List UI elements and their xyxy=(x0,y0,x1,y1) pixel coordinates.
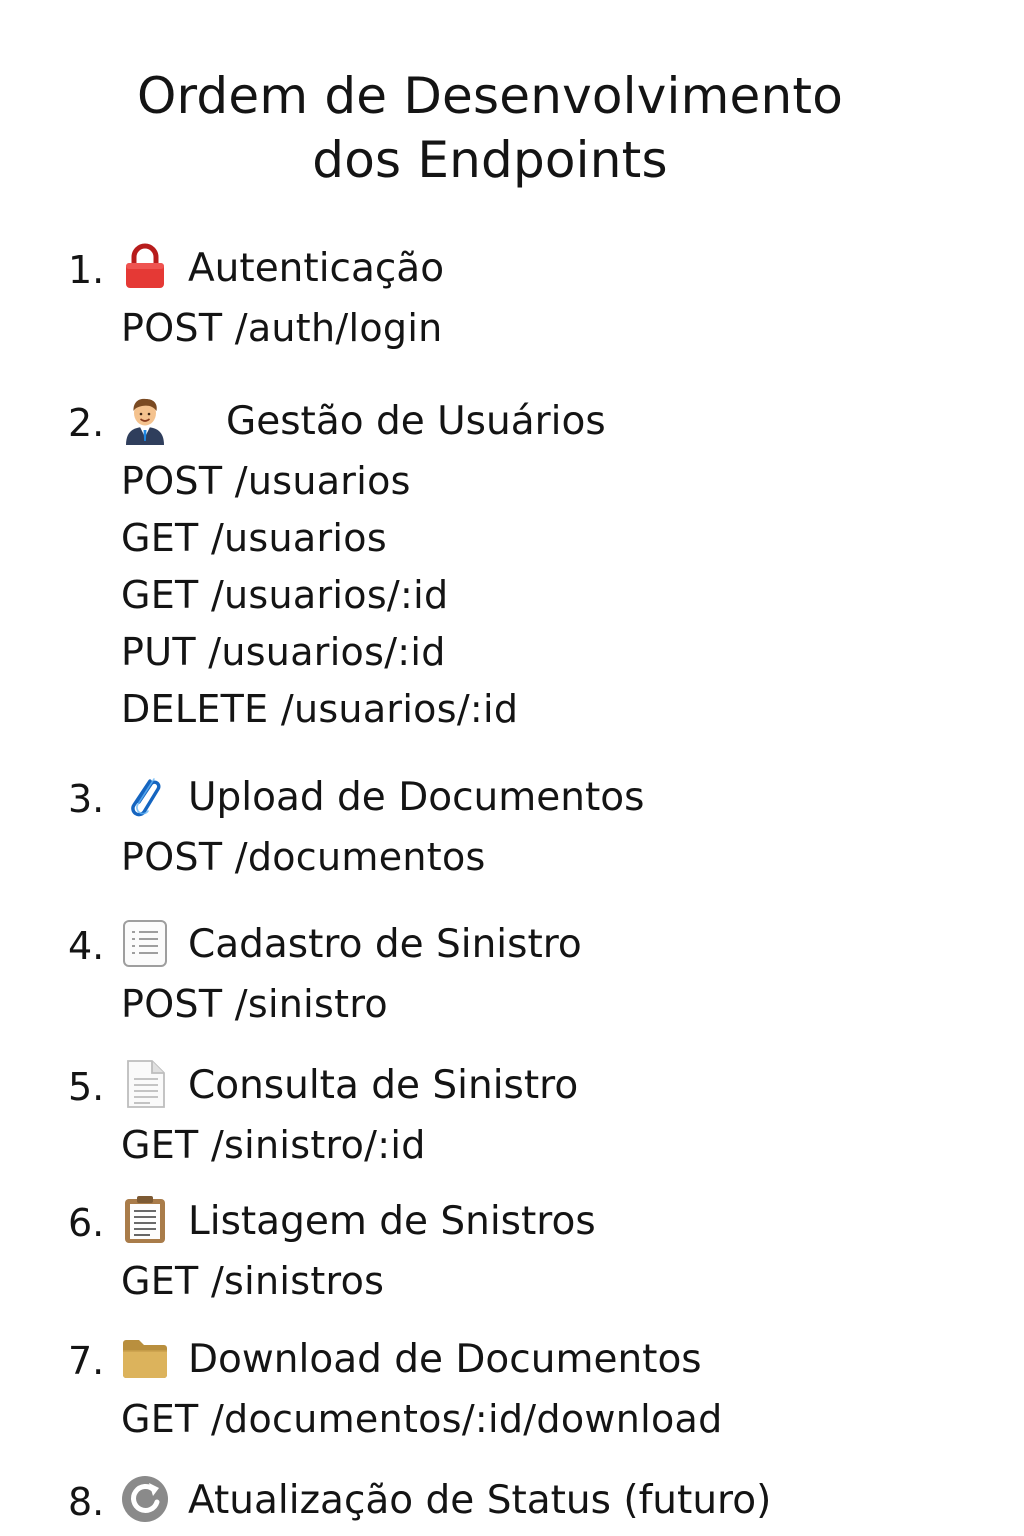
clipboard-icon xyxy=(120,1195,170,1245)
endpoint: GET /sinistro/:id xyxy=(121,1123,426,1167)
item-title: Atualização de Status (futuro) xyxy=(188,1478,772,1523)
person-icon xyxy=(120,395,170,445)
item-number: 3. xyxy=(68,777,105,821)
list-item-claim-lookup: 5. Consulta de Sinistro GET /sinistro/:i… xyxy=(68,1057,1008,1174)
endpoint: GET /usuarios xyxy=(121,516,387,560)
endpoint: POST /sinistro xyxy=(121,982,388,1026)
item-title: Autenticação xyxy=(188,246,445,291)
item-number: 8. xyxy=(68,1480,105,1524)
folder-icon xyxy=(120,1333,170,1383)
item-title: Download de Documentos xyxy=(188,1337,702,1382)
list-item-claim-registration: 4. Cadastro de Sinistro POST /sinistro xyxy=(68,916,1008,1033)
page-document-icon xyxy=(120,1059,170,1109)
list-item-claims-listing: 6. Listagem de Snistros GET /sinistros xyxy=(68,1193,1008,1310)
list-item-document-download: 7. Download de Documentos GET /documento… xyxy=(68,1331,1008,1448)
endpoint: GET /sinistros xyxy=(121,1259,385,1303)
item-number: 4. xyxy=(68,924,105,968)
endpoint: POST /auth/login xyxy=(121,306,443,350)
list-item-authentication: 1. Autenticação POST /auth/login xyxy=(68,240,1008,357)
page-title-line-2: dos Endpoints xyxy=(312,131,668,189)
endpoint: GET /documentos/:id/download xyxy=(121,1397,723,1441)
item-number: 2. xyxy=(68,401,105,445)
endpoint: PUT /usuarios/:id xyxy=(121,630,446,674)
item-title: Gestão de Usuários xyxy=(226,399,606,444)
list-document-icon xyxy=(120,918,170,968)
endpoint: GET /usuarios/:id xyxy=(121,573,449,617)
lock-icon xyxy=(120,242,170,292)
paperclip-icon xyxy=(120,771,170,821)
item-title: Upload de Documentos xyxy=(188,775,645,820)
item-number: 1. xyxy=(68,248,105,292)
item-title: Consulta de Sinistro xyxy=(188,1063,579,1108)
endpoint: POST /usuarios xyxy=(121,459,411,503)
refresh-icon xyxy=(120,1474,170,1524)
item-number: 7. xyxy=(68,1339,105,1383)
item-title: Listagem de Snistros xyxy=(188,1199,596,1244)
list-item-document-upload: 3. Upload de Documentos POST /documentos xyxy=(68,769,1008,886)
item-title: Cadastro de Sinistro xyxy=(188,922,582,967)
page-title-line-1: Ordem de Desenvolvimento xyxy=(137,67,843,125)
page-title: Ordem de Desenvolvimento dos Endpoints xyxy=(0,64,980,192)
item-number: 6. xyxy=(68,1201,105,1245)
endpoint: DELETE /usuarios/:id xyxy=(121,687,519,731)
endpoint: POST /documentos xyxy=(121,835,486,879)
list-item-user-management: 2. Gestão de Usuários POST /usuarios GET… xyxy=(68,393,1008,738)
item-number: 5. xyxy=(68,1065,105,1109)
list-item-status-update: 8. Atualização de Status (futuro) xyxy=(68,1472,1008,1532)
